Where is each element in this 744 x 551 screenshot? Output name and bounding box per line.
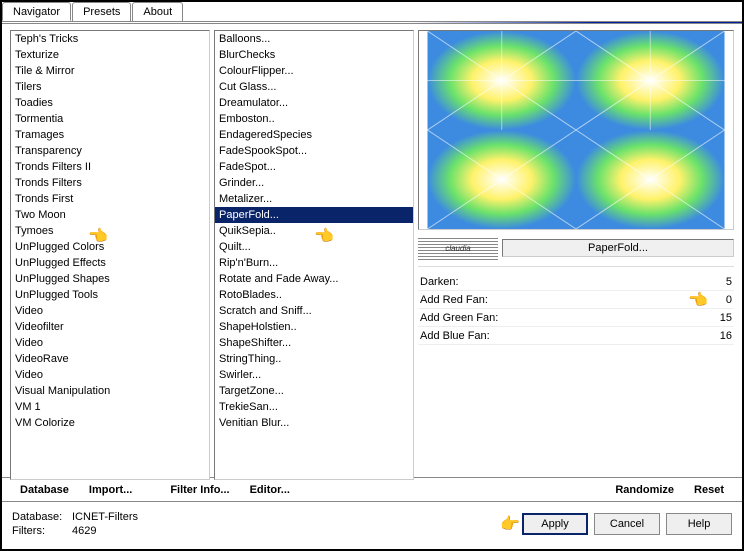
preview-image — [419, 31, 733, 229]
filter-item[interactable]: Cut Glass... — [215, 79, 413, 95]
category-item[interactable]: Tymoes — [11, 223, 209, 239]
filter-title-row: claudia PaperFold... — [418, 234, 734, 262]
filter-item[interactable]: Swirler... — [215, 367, 413, 383]
category-item[interactable]: UnPlugged Shapes — [11, 271, 209, 287]
cancel-button[interactable]: Cancel — [594, 513, 660, 535]
reset-button[interactable]: Reset — [686, 482, 732, 498]
filter-item[interactable]: TrekieSan... — [215, 399, 413, 415]
category-item[interactable]: VM Colorize — [11, 415, 209, 431]
filter-item[interactable]: ShapeShifter... — [215, 335, 413, 351]
database-button[interactable]: Database — [12, 482, 77, 498]
category-item[interactable]: Texturize — [11, 47, 209, 63]
apply-button[interactable]: Apply — [522, 513, 588, 535]
filter-item[interactable]: Dreamulator... — [215, 95, 413, 111]
filter-item[interactable]: StringThing.. — [215, 351, 413, 367]
filter-item[interactable]: FadeSpot... — [215, 159, 413, 175]
preview-area — [418, 30, 734, 230]
param-row[interactable]: Darken:5 — [418, 273, 734, 291]
filter-info-button[interactable]: Filter Info... — [162, 482, 237, 498]
filter-item[interactable]: PaperFold... — [215, 207, 413, 223]
filter-item[interactable]: Rotate and Fade Away... — [215, 271, 413, 287]
filters-count-value: 4629 — [72, 524, 96, 538]
filter-list[interactable]: Balloons...BlurChecksColourFlipper...Cut… — [214, 30, 414, 480]
filter-item[interactable]: Grinder... — [215, 175, 413, 191]
param-row[interactable]: Add Green Fan:15 — [418, 309, 734, 327]
param-value: 5 — [702, 276, 732, 288]
filter-item[interactable]: ShapeHolstien.. — [215, 319, 413, 335]
editor-button[interactable]: Editor... — [242, 482, 298, 498]
filter-name-display: PaperFold... — [502, 239, 734, 257]
category-item[interactable]: UnPlugged Effects — [11, 255, 209, 271]
filter-item[interactable]: BlurChecks — [215, 47, 413, 63]
param-value: 16 — [702, 330, 732, 342]
filters-count-label: Filters: — [12, 524, 72, 538]
param-label: Darken: — [420, 276, 702, 288]
category-item[interactable]: Video — [11, 367, 209, 383]
param-label: Add Red Fan: — [420, 294, 702, 306]
database-info: Database:ICNET-Filters Filters:4629 — [12, 510, 138, 538]
filter-item[interactable]: FadeSpookSpot... — [215, 143, 413, 159]
param-row[interactable]: Add Blue Fan:16 — [418, 327, 734, 345]
param-row[interactable]: Add Red Fan:0 — [418, 291, 734, 309]
category-item[interactable]: Toadies — [11, 95, 209, 111]
filter-item[interactable]: QuikSepia.. — [215, 223, 413, 239]
randomize-button[interactable]: Randomize — [607, 482, 682, 498]
param-value: 0 — [702, 294, 732, 306]
preview-column: claudia PaperFold... Darken:5Add Red Fan… — [418, 30, 734, 477]
tab-about[interactable]: About — [132, 2, 183, 21]
tab-bar: Navigator Presets About — [2, 2, 742, 22]
category-item[interactable]: Transparency — [11, 143, 209, 159]
main-area: Teph's TricksTexturizeTile & MirrorTiler… — [2, 22, 742, 477]
filter-item[interactable]: EndageredSpecies — [215, 127, 413, 143]
pointer-icon: 👉 — [500, 514, 520, 534]
filter-item[interactable]: Rip'n'Burn... — [215, 255, 413, 271]
db-value: ICNET-Filters — [72, 510, 138, 524]
category-item[interactable]: UnPlugged Tools — [11, 287, 209, 303]
help-button[interactable]: Help — [666, 513, 732, 535]
filter-item[interactable]: Quilt... — [215, 239, 413, 255]
filter-item[interactable]: TargetZone... — [215, 383, 413, 399]
category-item[interactable]: Video — [11, 303, 209, 319]
parameters-panel: Darken:5Add Red Fan:0Add Green Fan:15Add… — [418, 266, 734, 477]
link-button-row: Database Import... Filter Info... Editor… — [2, 477, 742, 501]
filter-item[interactable]: Metalizer... — [215, 191, 413, 207]
category-item[interactable]: Teph's Tricks — [11, 31, 209, 47]
category-list[interactable]: Teph's TricksTexturizeTile & MirrorTiler… — [10, 30, 210, 480]
category-item[interactable]: Videofilter — [11, 319, 209, 335]
category-item[interactable]: VideoRave — [11, 351, 209, 367]
filter-item[interactable]: RotoBlades.. — [215, 287, 413, 303]
category-item[interactable]: Tronds First — [11, 191, 209, 207]
category-item[interactable]: Tilers — [11, 79, 209, 95]
param-label: Add Green Fan: — [420, 312, 702, 324]
db-label: Database: — [12, 510, 72, 524]
filter-column: Balloons...BlurChecksColourFlipper...Cut… — [214, 30, 414, 477]
category-item[interactable]: Tronds Filters II — [11, 159, 209, 175]
category-item[interactable]: Video — [11, 335, 209, 351]
footer: Database:ICNET-Filters Filters:4629 👉 Ap… — [2, 501, 742, 545]
category-item[interactable]: UnPlugged Colors — [11, 239, 209, 255]
import-button[interactable]: Import... — [81, 482, 140, 498]
filter-item[interactable]: Balloons... — [215, 31, 413, 47]
category-item[interactable]: VM 1 — [11, 399, 209, 415]
category-item[interactable]: Tile & Mirror — [11, 63, 209, 79]
filter-item[interactable]: Venitian Blur... — [215, 415, 413, 431]
filter-item[interactable]: ColourFlipper... — [215, 63, 413, 79]
tab-navigator[interactable]: Navigator — [2, 2, 71, 21]
tab-presets[interactable]: Presets — [72, 2, 131, 21]
category-item[interactable]: Visual Manipulation — [11, 383, 209, 399]
filter-item[interactable]: Scratch and Sniff... — [215, 303, 413, 319]
filter-item[interactable]: Emboston.. — [215, 111, 413, 127]
param-label: Add Blue Fan: — [420, 330, 702, 342]
category-item[interactable]: Tramages — [11, 127, 209, 143]
category-item[interactable]: Tronds Filters — [11, 175, 209, 191]
param-value: 15 — [702, 312, 732, 324]
category-column: Teph's TricksTexturizeTile & MirrorTiler… — [10, 30, 210, 477]
category-item[interactable]: Tormentia — [11, 111, 209, 127]
category-item[interactable]: Two Moon — [11, 207, 209, 223]
author-logo: claudia — [418, 236, 498, 260]
